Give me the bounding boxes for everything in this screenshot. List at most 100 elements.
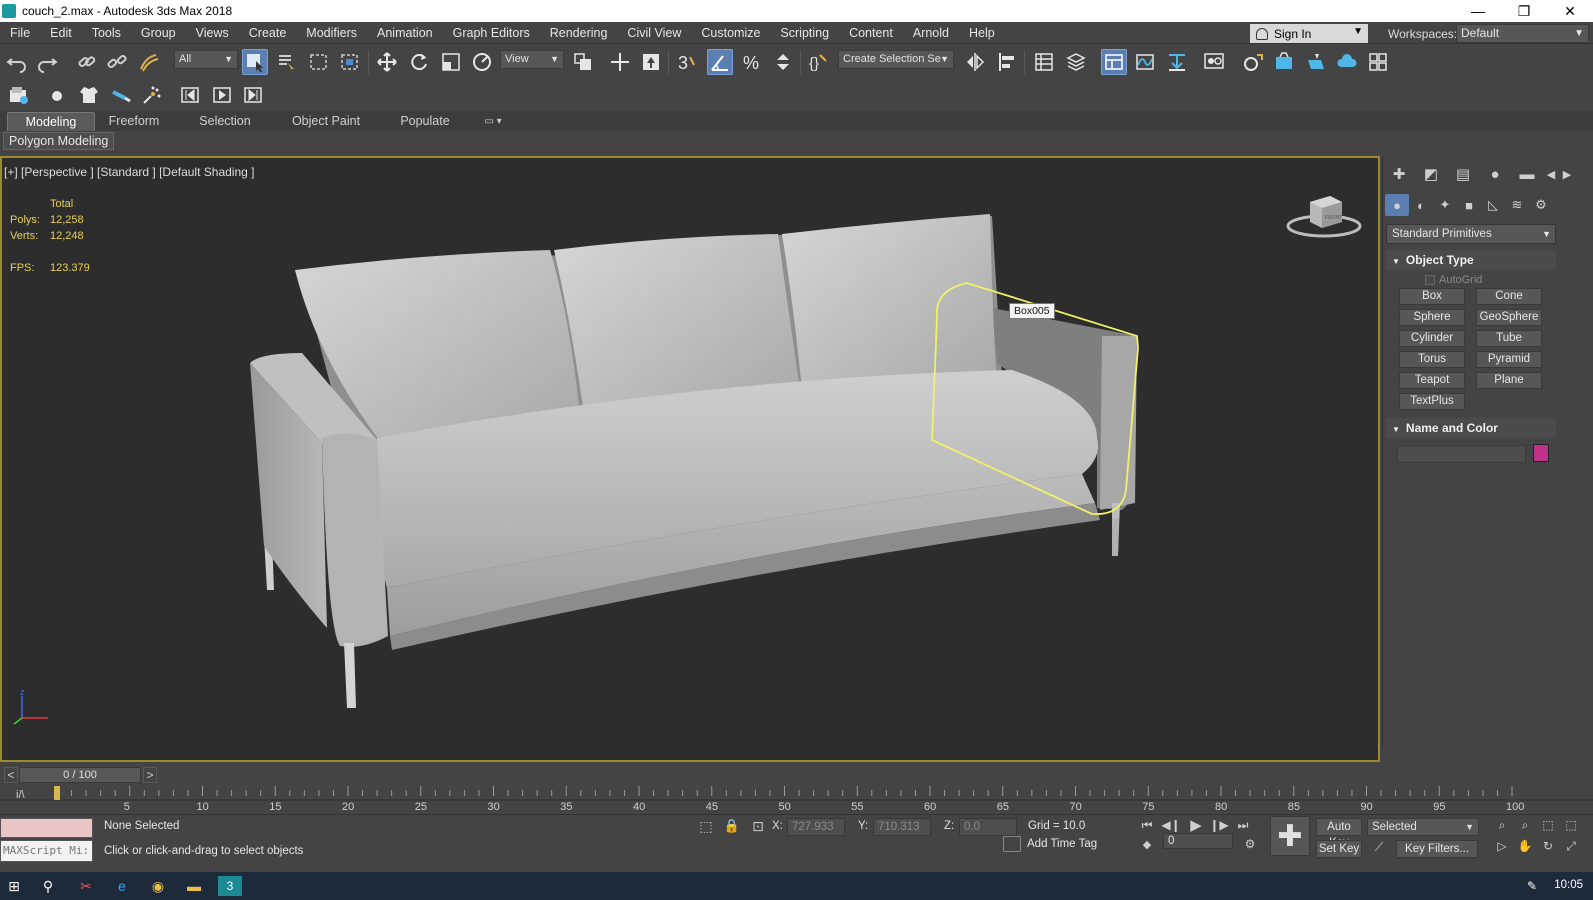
placement-icon[interactable] [469, 49, 495, 75]
rotate-icon[interactable] [406, 49, 432, 75]
sign-in-dropdown[interactable]: Sign In ▼ [1250, 24, 1368, 43]
add-time-tag-button[interactable]: Add Time Tag [1003, 836, 1097, 852]
pen-icon[interactable]: ✎ [1520, 876, 1544, 896]
textplus-button[interactable]: TextPlus [1399, 393, 1465, 410]
geosphere-button[interactable]: GeoSphere [1476, 309, 1542, 326]
helpers-icon[interactable]: ◺ [1481, 194, 1505, 216]
menu-graph-editors[interactable]: Graph Editors [443, 22, 540, 44]
move-icon[interactable] [374, 49, 400, 75]
auto-key-button[interactable]: Auto Key [1316, 818, 1362, 849]
windows-start-icon[interactable]: ⊞ [2, 876, 26, 896]
particle-icon[interactable] [139, 82, 165, 108]
tab-freeform[interactable]: Freeform [100, 112, 168, 131]
time-slider[interactable]: < 0 / 100 > [0, 765, 1593, 785]
object-color-swatch[interactable] [1533, 444, 1549, 462]
torus-button[interactable]: Torus [1399, 351, 1465, 368]
link-icon[interactable] [74, 49, 100, 75]
edge-browser-icon[interactable]: e [110, 876, 134, 896]
play-icon[interactable]: ▶ [1186, 816, 1206, 834]
menu-create[interactable]: Create [239, 22, 297, 44]
couch-model[interactable] [2, 158, 1378, 760]
time-slider-next-button[interactable]: > [143, 767, 157, 783]
key-filters-button[interactable]: Key Filters... [1396, 840, 1478, 858]
reference-coordinate-dropdown[interactable]: View ▼ [500, 50, 564, 69]
scale-icon[interactable] [438, 49, 464, 75]
render-setup-icon[interactable] [1240, 49, 1266, 75]
previous-key-icon[interactable] [177, 82, 203, 108]
menu-animation[interactable]: Animation [367, 22, 443, 44]
object-type-rollout[interactable]: ▼ Object Type [1386, 250, 1556, 270]
render-production-icon[interactable] [1303, 49, 1329, 75]
field-of-view-icon[interactable]: ▷ [1492, 837, 1512, 855]
box-button[interactable]: Box [1399, 288, 1465, 305]
maximize-viewport-icon[interactable]: ⤢ [1561, 837, 1581, 855]
schematic-view-icon[interactable] [1164, 49, 1190, 75]
select-by-name-icon[interactable] [274, 49, 300, 75]
bind-space-warp-icon[interactable] [136, 49, 162, 75]
curve-editor-icon[interactable] [1132, 49, 1158, 75]
plane-button[interactable]: Plane [1476, 372, 1542, 389]
project-folder-icon[interactable] [6, 82, 32, 108]
absolute-mode-transform-icon[interactable]: ⊡ [748, 816, 768, 836]
cone-button[interactable]: Cone [1476, 288, 1542, 305]
shapes-icon[interactable]: ◐ [1409, 194, 1433, 216]
x-coordinate-field[interactable]: 727.933 [787, 818, 845, 836]
object-name-field[interactable] [1397, 445, 1526, 463]
z-coordinate-field[interactable]: 0.0 [959, 818, 1017, 836]
key-tangent-icon[interactable]: ⟋ [1369, 838, 1389, 856]
menu-arnold[interactable]: Arnold [903, 22, 959, 44]
undo-icon[interactable] [4, 49, 30, 75]
percent-snap-icon[interactable]: % [739, 49, 765, 75]
file-explorer-icon[interactable]: ▬ [182, 876, 206, 896]
menu-rendering[interactable]: Rendering [540, 22, 618, 44]
checkbox[interactable] [1425, 275, 1435, 285]
snipping-tool-icon[interactable]: ✂ [74, 876, 98, 896]
time-slider-prev-button[interactable]: < [4, 767, 18, 783]
minimize-button[interactable]: — [1455, 0, 1501, 22]
toggle-scene-explorer-icon[interactable] [1031, 49, 1057, 75]
select-manipulate-icon[interactable] [607, 49, 633, 75]
polygon-modeling-panel[interactable]: Polygon Modeling [3, 132, 115, 150]
menu-file[interactable]: File [0, 22, 40, 44]
zoom-all-icon[interactable]: ⌕ [1515, 816, 1535, 834]
tab-selection[interactable]: Selection [190, 112, 260, 131]
named-selection-dropdown[interactable]: Create Selection Se ▼ [838, 50, 954, 69]
unlink-icon[interactable] [104, 49, 130, 75]
hierarchy-tab-icon[interactable]: ▤ [1447, 162, 1479, 186]
next-frame-icon[interactable]: ❙▶ [1209, 816, 1229, 834]
key-mode-toggle-icon[interactable]: ◆ [1137, 835, 1157, 853]
window-crossing-icon[interactable] [337, 49, 363, 75]
motion-tab-icon[interactable]: ● [1479, 162, 1511, 186]
menu-views[interactable]: Views [186, 22, 239, 44]
shirt-icon[interactable] [76, 82, 102, 108]
space-warps-icon[interactable]: ≋ [1505, 194, 1529, 216]
select-object-icon[interactable] [242, 49, 268, 75]
search-icon[interactable]: ⚲ [36, 876, 60, 896]
maxscript-mini-listener[interactable]: MAXScript Mi: [0, 840, 93, 862]
workspace-select[interactable]: Default ▼ [1456, 24, 1589, 43]
teapot-button[interactable]: Teapot [1399, 372, 1465, 389]
zoom-extents-all-icon[interactable]: ⬚ [1561, 816, 1581, 834]
geometry-icon[interactable]: ● [1385, 194, 1409, 216]
redo-icon[interactable] [34, 49, 60, 75]
selection-lock-icon[interactable]: 🔒 [722, 816, 742, 836]
next-key-icon[interactable] [240, 82, 266, 108]
mirror-icon[interactable] [962, 49, 988, 75]
keyboard-shortcut-override-icon[interactable] [638, 49, 664, 75]
current-frame-marker[interactable] [54, 786, 60, 800]
a360-gallery-icon[interactable] [1365, 49, 1391, 75]
create-tab-icon[interactable]: ✚ [1383, 162, 1415, 186]
pan-view-icon[interactable]: ✋ [1515, 837, 1535, 855]
menu-help[interactable]: Help [959, 22, 1005, 44]
restore-button[interactable]: ❐ [1501, 0, 1547, 22]
menu-tools[interactable]: Tools [82, 22, 131, 44]
sphere-button[interactable]: Sphere [1399, 309, 1465, 326]
set-keys-icon[interactable]: ✚ [1270, 816, 1310, 856]
toggle-ribbon-icon[interactable] [1101, 49, 1127, 75]
scroll-left-icon[interactable]: ◀ [1543, 162, 1559, 186]
name-and-color-rollout[interactable]: ▼ Name and Color [1386, 418, 1556, 438]
ribbon-options-dropdown[interactable]: ▭ ▾ [478, 112, 508, 131]
brush-icon[interactable] [108, 82, 134, 108]
y-coordinate-field[interactable]: 710.313 [873, 818, 931, 836]
menu-customize[interactable]: Customize [691, 22, 770, 44]
